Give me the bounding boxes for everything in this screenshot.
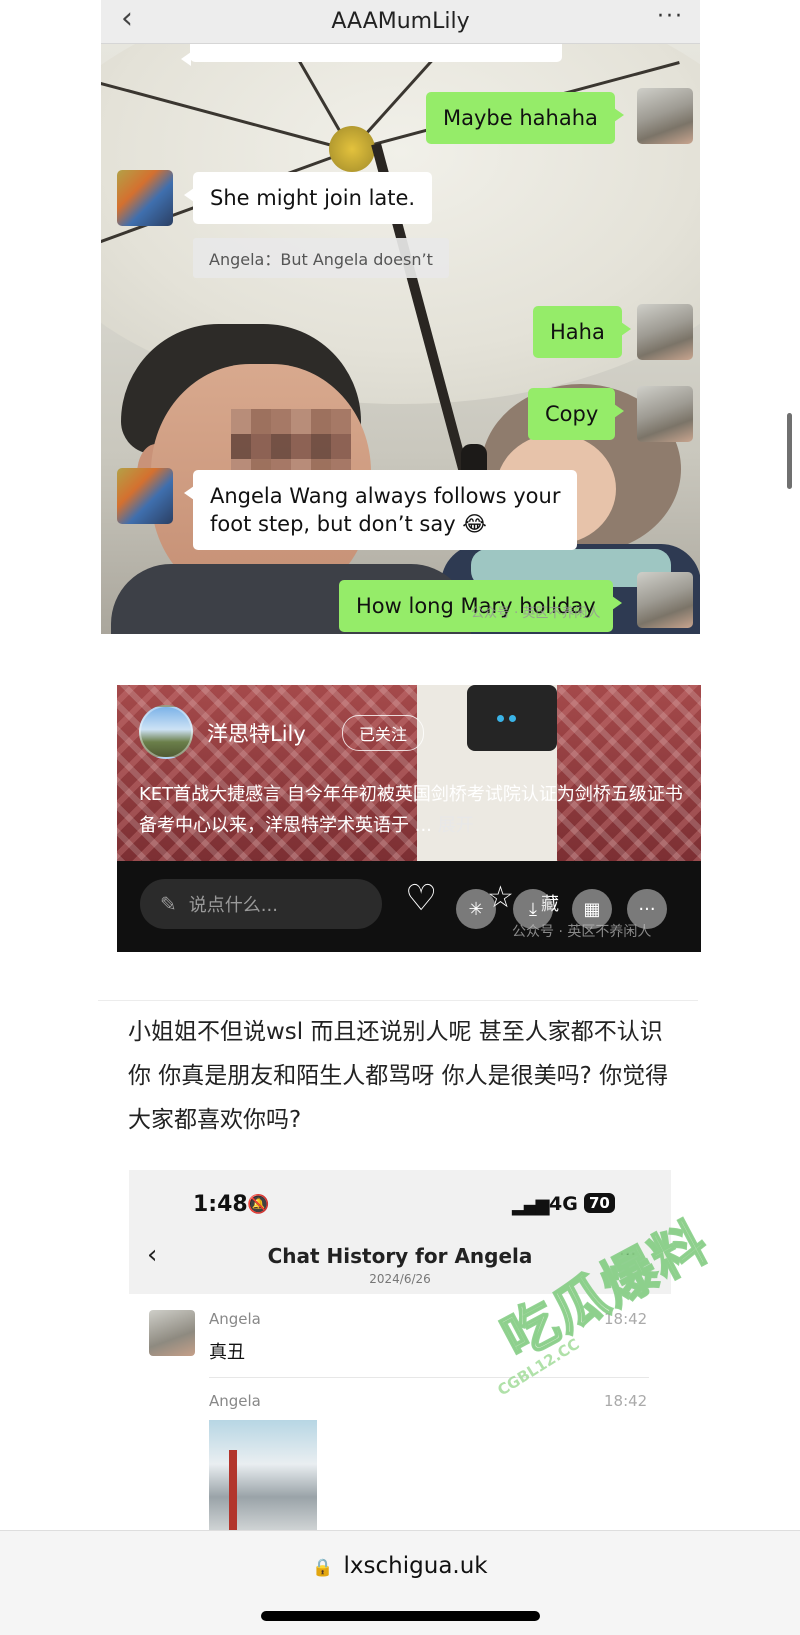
- avatar-self[interactable]: [637, 88, 693, 144]
- post-caption: 小姐姐不但说wsl 而且还说别人呢 甚至人家都不认识你 你真是朋友和陌生人都骂呀…: [128, 1019, 669, 1133]
- browser-address-bar: 🔒 lxschigua.uk: [0, 1530, 800, 1635]
- history-message-text: 真丑: [209, 1342, 245, 1363]
- divider: [98, 1000, 698, 1001]
- article-card-screenshot: 洋思特Lily 已关注 KET首战大捷感言 自今年年初被英国剑桥考试院认证为剑桥…: [117, 685, 701, 952]
- lock-icon: 🔒: [312, 1558, 334, 1578]
- battery-level: 70: [584, 1193, 615, 1213]
- signal-icon: ▂▄▆: [512, 1195, 550, 1216]
- description-text: KET首战大捷感言 自今年年初被英国剑桥考试院认证为剑桥五级证书备考中心以来，洋…: [139, 784, 683, 836]
- avatar-contact[interactable]: [117, 468, 173, 524]
- message-bubble-sent[interactable]: Haha: [533, 306, 631, 358]
- comment-placeholder: 说点什么...: [188, 895, 278, 916]
- device-light: [497, 715, 504, 722]
- pencil-icon: ✎: [160, 892, 177, 916]
- quoted-message[interactable]: Angela：But Angela doesn’t: [193, 238, 449, 278]
- chat-header: ‹ AAAMumLily ···: [101, 0, 700, 44]
- message-bubble-sent[interactable]: Copy: [528, 388, 625, 440]
- scrollbar[interactable]: [787, 413, 792, 489]
- watermark-text: 公众号 · 英区不养闲人: [512, 924, 652, 940]
- avatar-contact[interactable]: [117, 170, 173, 226]
- back-icon[interactable]: ‹: [121, 4, 133, 34]
- expand-link[interactable]: 展开: [438, 815, 474, 836]
- article-description: KET首战大捷感言 自今年年初被英国剑桥考试院认证为剑桥五级证书备考中心以来，洋…: [139, 779, 684, 841]
- action-bar: ✎ 说点什么... ♡ ☆ 藏 ✳ ⤓ ▦ ··· 公众号 · 英区不养闲人: [117, 861, 701, 952]
- home-indicator[interactable]: [261, 1611, 540, 1621]
- message-bubble-sent[interactable]: Maybe hahaha: [426, 92, 624, 144]
- page: ‹ AAAMumLily ··· Maybe hahaha She might …: [0, 0, 800, 1635]
- like-heart-icon[interactable]: ♡: [405, 881, 437, 917]
- network-type: 4G: [549, 1193, 578, 1215]
- chat-title: AAAMumLily: [331, 9, 470, 34]
- comment-input[interactable]: ✎ 说点什么...: [140, 879, 382, 929]
- message-bubble-received[interactable]: Angela Wang always follows your foot ste…: [183, 470, 578, 550]
- sparkle-icon[interactable]: ✳: [456, 889, 496, 929]
- status-time: 1:48: [193, 1192, 248, 1217]
- avatar-self[interactable]: [637, 304, 693, 360]
- history-image-message[interactable]: [209, 1420, 317, 1530]
- avatar-self[interactable]: [637, 572, 693, 628]
- contact-avatar[interactable]: [149, 1310, 195, 1356]
- account-avatar[interactable]: [139, 705, 193, 759]
- chat-screenshot: ‹ AAAMumLily ··· Maybe hahaha She might …: [101, 0, 700, 634]
- umbrella-hub: [329, 126, 375, 172]
- history-time: 18:42: [604, 1392, 648, 1410]
- account-name[interactable]: 洋思特Lily: [207, 718, 306, 748]
- url-display[interactable]: 🔒 lxschigua.uk: [0, 1553, 800, 1579]
- device-image: [467, 685, 557, 751]
- avatar-self[interactable]: [637, 386, 693, 442]
- watermark-text: 公众号 · 英区不养闲人: [471, 606, 601, 621]
- message-bubble-received[interactable]: She might join late.: [183, 172, 433, 224]
- url-text: lxschigua.uk: [343, 1553, 488, 1579]
- history-sender: Angela: [209, 1392, 261, 1410]
- history-sender: Angela: [209, 1310, 261, 1328]
- follow-button[interactable]: 已关注: [342, 715, 425, 751]
- more-icon[interactable]: ···: [657, 4, 684, 29]
- mute-bell-icon: 🔕: [247, 1194, 270, 1215]
